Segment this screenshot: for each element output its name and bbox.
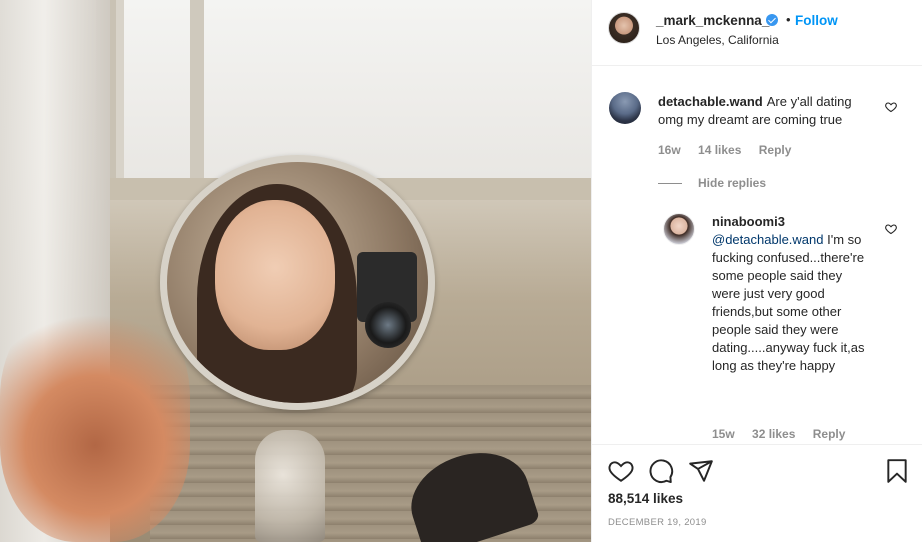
follow-button[interactable]: Follow — [795, 13, 838, 28]
comment-age: 16w — [658, 143, 681, 157]
comment-age: 15w — [712, 427, 735, 441]
photo-window — [110, 0, 591, 190]
hide-replies-button[interactable]: Hide replies — [658, 176, 766, 190]
paper-plane-icon — [689, 460, 713, 482]
comment-text: I'm so fucking confused...there're some … — [712, 232, 865, 373]
hide-replies-label: Hide replies — [698, 176, 767, 190]
author-username[interactable]: _mark_mckenna_ — [656, 13, 769, 28]
post-location[interactable]: Los Angeles, California — [656, 33, 779, 47]
hide-replies-line — [658, 183, 682, 185]
post-actions: 88,514 likes December 19, 2019 — [592, 444, 922, 542]
share-button[interactable] — [688, 458, 714, 484]
photo-mirror — [160, 155, 435, 410]
header-separator: • — [786, 12, 791, 27]
heart-outline-icon — [608, 461, 634, 482]
comment-meta: 15w 32 likes Reply — [712, 427, 859, 441]
post-side-panel: _mark_mckenna_ • Follow Los Angeles, Cal… — [591, 0, 922, 542]
commenter-username[interactable]: ninaboomi3 — [712, 214, 785, 229]
comment-likes[interactable]: 14 likes — [698, 143, 741, 157]
verified-badge-icon — [766, 14, 778, 26]
reply-button[interactable]: Reply — [759, 143, 792, 157]
comment-body: detachable.wand Are y'all dating omg my d… — [658, 93, 878, 129]
commenter-avatar[interactable] — [609, 92, 641, 124]
mirror-face — [215, 200, 335, 350]
commenter-username[interactable]: detachable.wand — [658, 94, 763, 109]
post-date: December 19, 2019 — [608, 517, 707, 528]
photo-bottle — [255, 430, 325, 542]
save-button[interactable] — [884, 458, 910, 484]
likes-count[interactable]: 88,514 likes — [608, 491, 683, 506]
comment-meta: 16w 14 likes Reply — [658, 143, 805, 157]
comment-button[interactable] — [648, 458, 674, 484]
mirror-camera-lens — [365, 302, 411, 348]
photo-foreground-blur — [0, 300, 190, 542]
comment-body: ninaboomi3 @detachable.wand I'm so fucki… — [712, 213, 872, 375]
like-button[interactable] — [608, 458, 634, 484]
post-photo[interactable] — [0, 0, 591, 542]
author-avatar[interactable] — [608, 12, 640, 44]
comment-likes[interactable]: 32 likes — [752, 427, 795, 441]
speech-bubble-icon — [649, 459, 674, 484]
reply-button[interactable]: Reply — [813, 427, 846, 441]
heart-outline-icon[interactable] — [885, 222, 897, 235]
heart-outline-icon[interactable] — [885, 100, 897, 113]
comment-mention[interactable]: @detachable.wand — [712, 232, 824, 247]
commenter-avatar[interactable] — [663, 213, 695, 245]
post-header: _mark_mckenna_ • Follow Los Angeles, Cal… — [592, 0, 922, 66]
photo-window-mullion — [190, 0, 204, 190]
comments-list[interactable]: detachable.wand Are y'all dating omg my d… — [592, 66, 922, 444]
bookmark-icon — [887, 459, 907, 483]
